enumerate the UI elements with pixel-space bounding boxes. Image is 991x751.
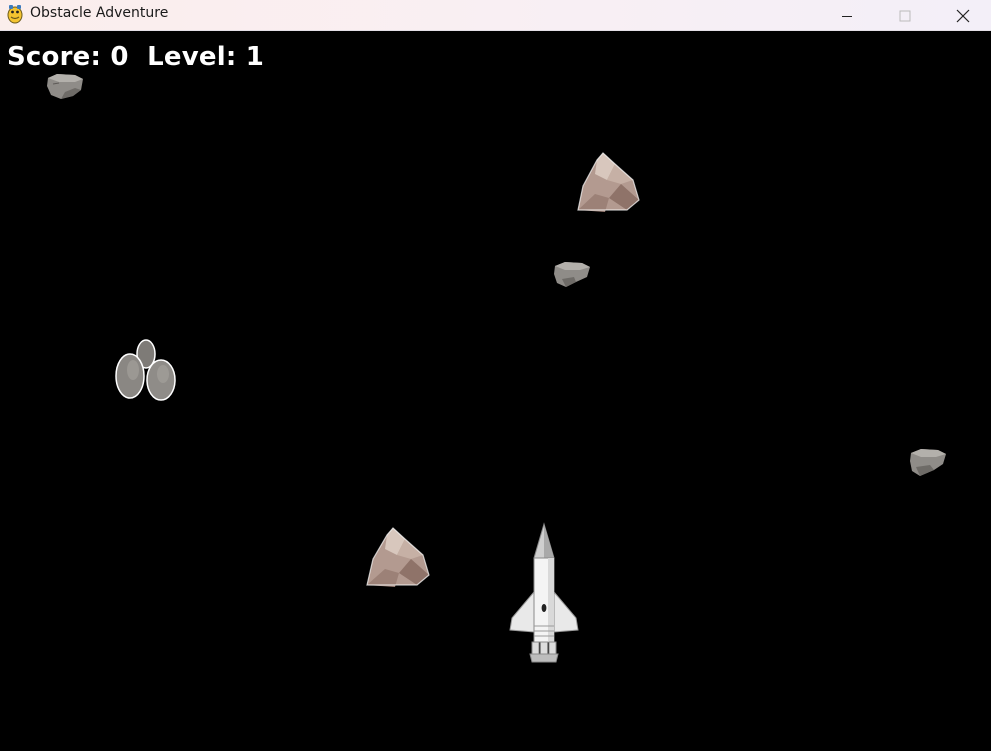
minimize-icon [842, 15, 852, 17]
maximize-button[interactable] [876, 0, 934, 31]
window-title: Obstacle Adventure [30, 5, 169, 21]
level-label: Level: [147, 42, 237, 72]
python-snake-icon [7, 5, 23, 24]
score-label: Score: [7, 42, 102, 72]
score-value: 0 [110, 42, 129, 72]
rock-icon [910, 449, 946, 476]
pebbles-icon [115, 339, 176, 401]
close-icon [956, 9, 970, 22]
close-button[interactable] [934, 0, 991, 31]
boulder-icon [577, 152, 640, 212]
game-canvas[interactable]: Score: 0 Level: 1 [0, 32, 991, 751]
rock-icon [47, 74, 83, 99]
window-titlebar[interactable]: Obstacle Adventure [0, 0, 991, 31]
rocket-icon[interactable] [508, 522, 580, 667]
minimize-button[interactable] [818, 0, 876, 31]
level-value: 1 [245, 42, 264, 72]
rock-icon [554, 262, 590, 287]
boulder-icon [366, 527, 430, 587]
hud: Score: 0 Level: 1 [7, 42, 264, 72]
maximize-icon [899, 10, 911, 21]
